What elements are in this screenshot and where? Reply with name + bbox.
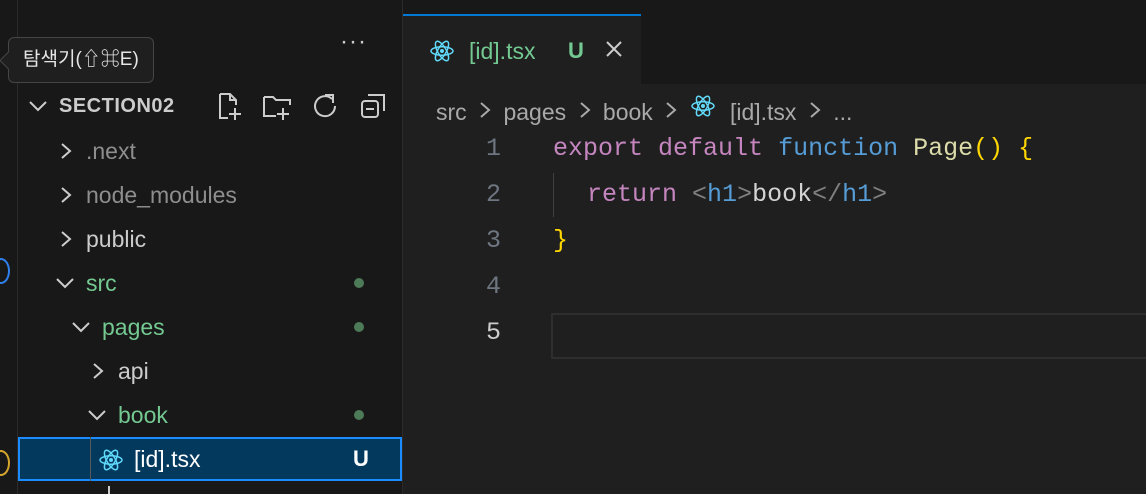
more-actions-button[interactable]: ··· [340, 28, 367, 56]
tree-item-next[interactable]: .next [18, 129, 402, 173]
tree-item-label: src [86, 270, 117, 296]
code-line-3[interactable]: } [553, 226, 568, 255]
chevron-right-icon [61, 231, 72, 247]
chevron-right-icon [93, 363, 104, 379]
chevron-right-icon [480, 102, 491, 118]
token-tag-bracket: > [737, 180, 753, 209]
close-icon[interactable] [603, 38, 625, 60]
chevron-down-icon [29, 101, 47, 112]
tree-item-book[interactable]: book [18, 393, 402, 437]
line-number-active: 5 [485, 318, 501, 347]
tree-item-api[interactable]: api [18, 349, 402, 393]
section-title: SECTION02 [59, 95, 175, 117]
activity-badge-yellow[interactable] [0, 450, 10, 476]
chevron-right-icon [810, 102, 821, 118]
explorer-tooltip: 탐색기(⇧⌘E) [0, 37, 154, 83]
chevron-down-icon [72, 322, 90, 333]
token-tag-bracket: </ [812, 180, 843, 209]
react-icon [99, 449, 123, 471]
react-icon [690, 95, 715, 117]
token-tag-name: h1 [842, 180, 873, 209]
tree-item-label: book [118, 402, 168, 428]
breadcrumb: src pages book [id].tsx ... [436, 93, 852, 126]
tree-item-id-tsx[interactable]: [id].tsx U [18, 437, 402, 481]
current-line-highlight [551, 313, 1146, 359]
chevron-down-icon [88, 410, 106, 421]
token-tag-bracket: > [872, 180, 888, 209]
indent-guide [553, 173, 554, 217]
react-icon [430, 40, 454, 62]
token-keyword: export [553, 134, 644, 163]
tree-item-label: public [86, 226, 147, 252]
modified-dot [354, 278, 364, 288]
breadcrumb-file[interactable]: [id].tsx [730, 99, 796, 126]
tree-item-src[interactable]: src [18, 261, 402, 305]
code-line-2[interactable]: return <h1>book</h1> [587, 180, 887, 209]
chevron-right-icon [61, 143, 72, 159]
new-file-icon[interactable] [214, 91, 244, 121]
tree-item-label: [id].tsx [134, 446, 201, 472]
token-function-name: Page [913, 134, 974, 163]
token-keyword: return [587, 180, 678, 209]
activity-badge-blue[interactable] [0, 258, 10, 284]
line-number: 1 [485, 134, 501, 163]
tooltip-text: 탐색기(⇧⌘E) [23, 49, 139, 70]
chevron-right-icon [666, 102, 677, 118]
indent-guide [90, 437, 91, 481]
tree-item-pages[interactable]: pages [18, 305, 402, 349]
editor: [id].tsx U src pages book [id].tsx ... 1… [403, 0, 1146, 494]
untracked-badge: U [353, 446, 369, 471]
token-text: book [752, 180, 813, 209]
modified-dot [354, 322, 364, 332]
line-number: 3 [485, 226, 501, 255]
collapse-all-icon[interactable] [358, 91, 388, 121]
tree-item-label: node_modules [86, 182, 237, 208]
tree-item-public[interactable]: public [18, 217, 402, 261]
chevron-right-icon [61, 187, 72, 203]
token-brace: } [553, 226, 569, 255]
tree-item-node-modules[interactable]: node_modules [18, 173, 402, 217]
token-parens: () [973, 134, 1004, 163]
new-folder-icon[interactable] [262, 91, 292, 121]
refresh-icon[interactable] [310, 91, 340, 121]
chevron-right-icon [579, 102, 591, 118]
code-line-1[interactable]: export default function Page() { [553, 134, 1033, 163]
token-brace: { [1018, 134, 1034, 163]
next-item-peek [108, 486, 110, 494]
token-tag-bracket: < [692, 180, 708, 209]
tab-id-tsx[interactable]: [id].tsx U [403, 14, 641, 86]
modified-dot [354, 410, 364, 420]
section-header[interactable]: SECTION02 [18, 86, 402, 126]
breadcrumb-pages[interactable]: pages [503, 99, 566, 126]
token-keyword: function [778, 134, 899, 163]
tree-item-label: pages [102, 314, 165, 340]
line-number: 2 [485, 180, 501, 209]
tree-item-label: .next [86, 138, 136, 164]
tab-label: [id].tsx [469, 38, 536, 64]
untracked-badge: U [568, 38, 584, 63]
line-number: 4 [485, 272, 501, 301]
breadcrumb-src[interactable]: src [436, 99, 467, 126]
tree-item-label: api [118, 358, 149, 384]
breadcrumb-book[interactable]: book [603, 99, 653, 126]
breadcrumb-ellipsis[interactable]: ... [833, 99, 852, 126]
tab-bar: [id].tsx U [403, 0, 1146, 86]
chevron-down-icon [56, 278, 74, 289]
token-tag-name: h1 [707, 180, 738, 209]
token-keyword: default [658, 134, 764, 163]
